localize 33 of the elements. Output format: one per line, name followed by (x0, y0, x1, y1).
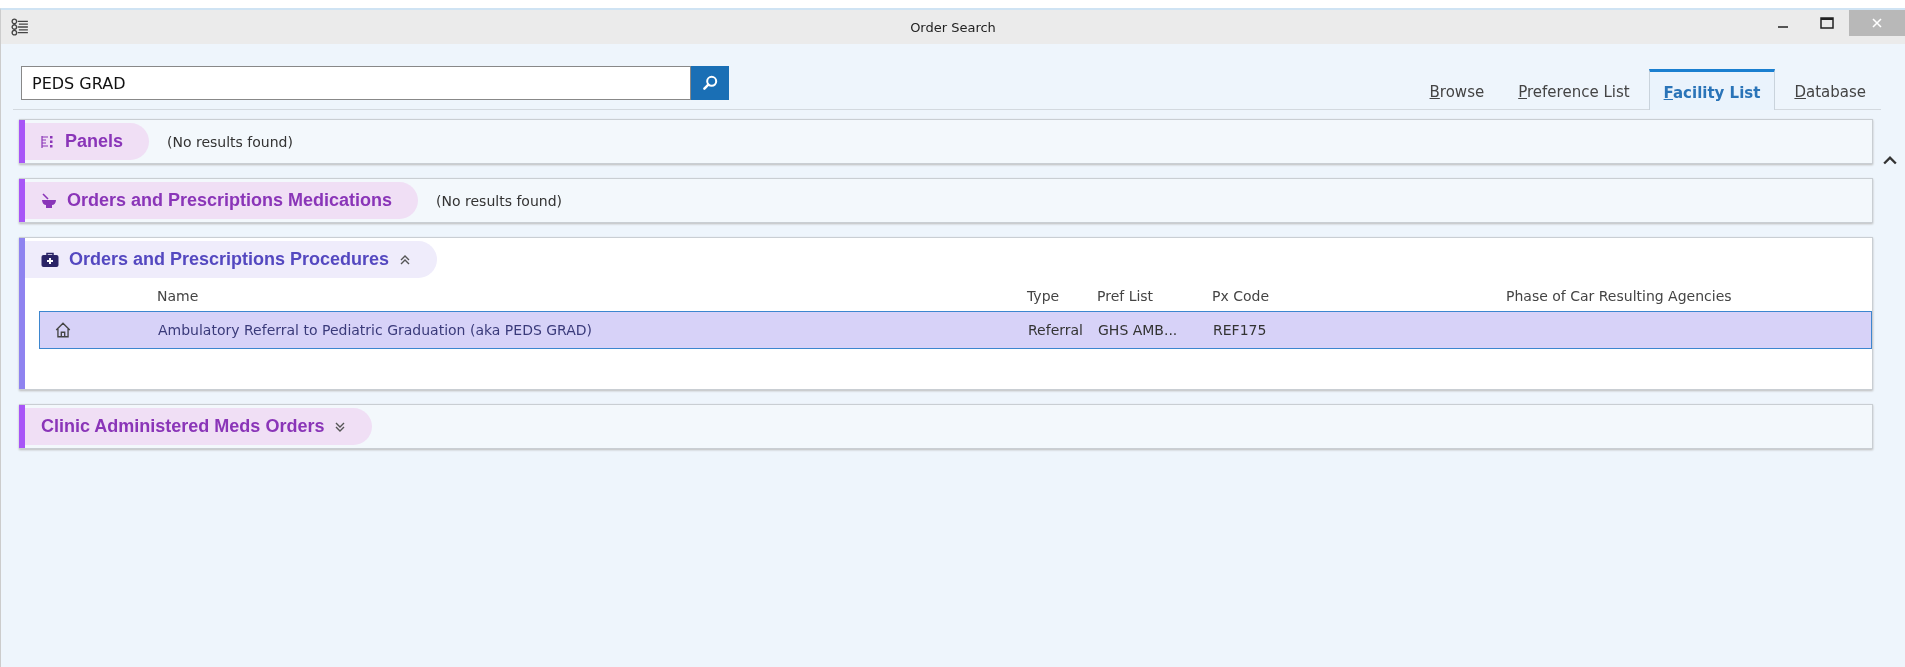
tab[interactable]: Browse (1414, 69, 1500, 109)
column-header: Type (1027, 288, 1061, 304)
section-header[interactable]: Orders and Prescriptions Medications (25, 182, 419, 219)
status-message: (No results found) (436, 192, 562, 209)
tab[interactable]: Facility List (1648, 69, 1776, 110)
tab[interactable]: Preference List (1503, 69, 1645, 109)
mortar-icon (41, 192, 57, 209)
tab[interactable]: Database (1779, 69, 1881, 109)
status-message: (No results found) (167, 133, 293, 150)
section-header[interactable]: Panels (25, 123, 150, 160)
window-title: Order Search (910, 19, 996, 35)
section-header[interactable]: Orders and Prescriptions Procedures (25, 241, 438, 278)
table-cell-text: REF175 (1213, 322, 1268, 338)
menu-icon[interactable] (11, 18, 29, 36)
column-header: Name (157, 288, 200, 304)
search-button[interactable] (691, 66, 729, 100)
column-header: Pref List (1097, 288, 1155, 304)
medkit-icon (41, 251, 59, 268)
home-icon (54, 321, 72, 339)
maximize-icon (1820, 17, 1834, 29)
column-header: Phase of Car Resulting Agencies (1506, 288, 1732, 304)
search-icon (701, 74, 719, 92)
column-header: Px Code (1212, 288, 1271, 304)
result-row[interactable]: Ambulatory Referral to Pediatric Graduation (aka PEDS GRAD) Referral GHS AMB... REF175 (39, 311, 1872, 349)
close-icon (1871, 17, 1883, 29)
table-cell-text: GHS AMB... (1098, 322, 1179, 338)
table-cell-text: Ambulatory Referral to Pediatric Graduation (aka PEDS GRAD) (158, 322, 594, 338)
minimize-icon (1777, 26, 1789, 28)
table-cell-text: Referral (1028, 322, 1084, 338)
panels-icon (41, 134, 55, 149)
search-field[interactable]: PEDS GRAD (21, 66, 691, 100)
section-header[interactable]: Clinic Administered Meds Orders (25, 408, 373, 445)
collapse-icon[interactable] (1883, 154, 1897, 166)
